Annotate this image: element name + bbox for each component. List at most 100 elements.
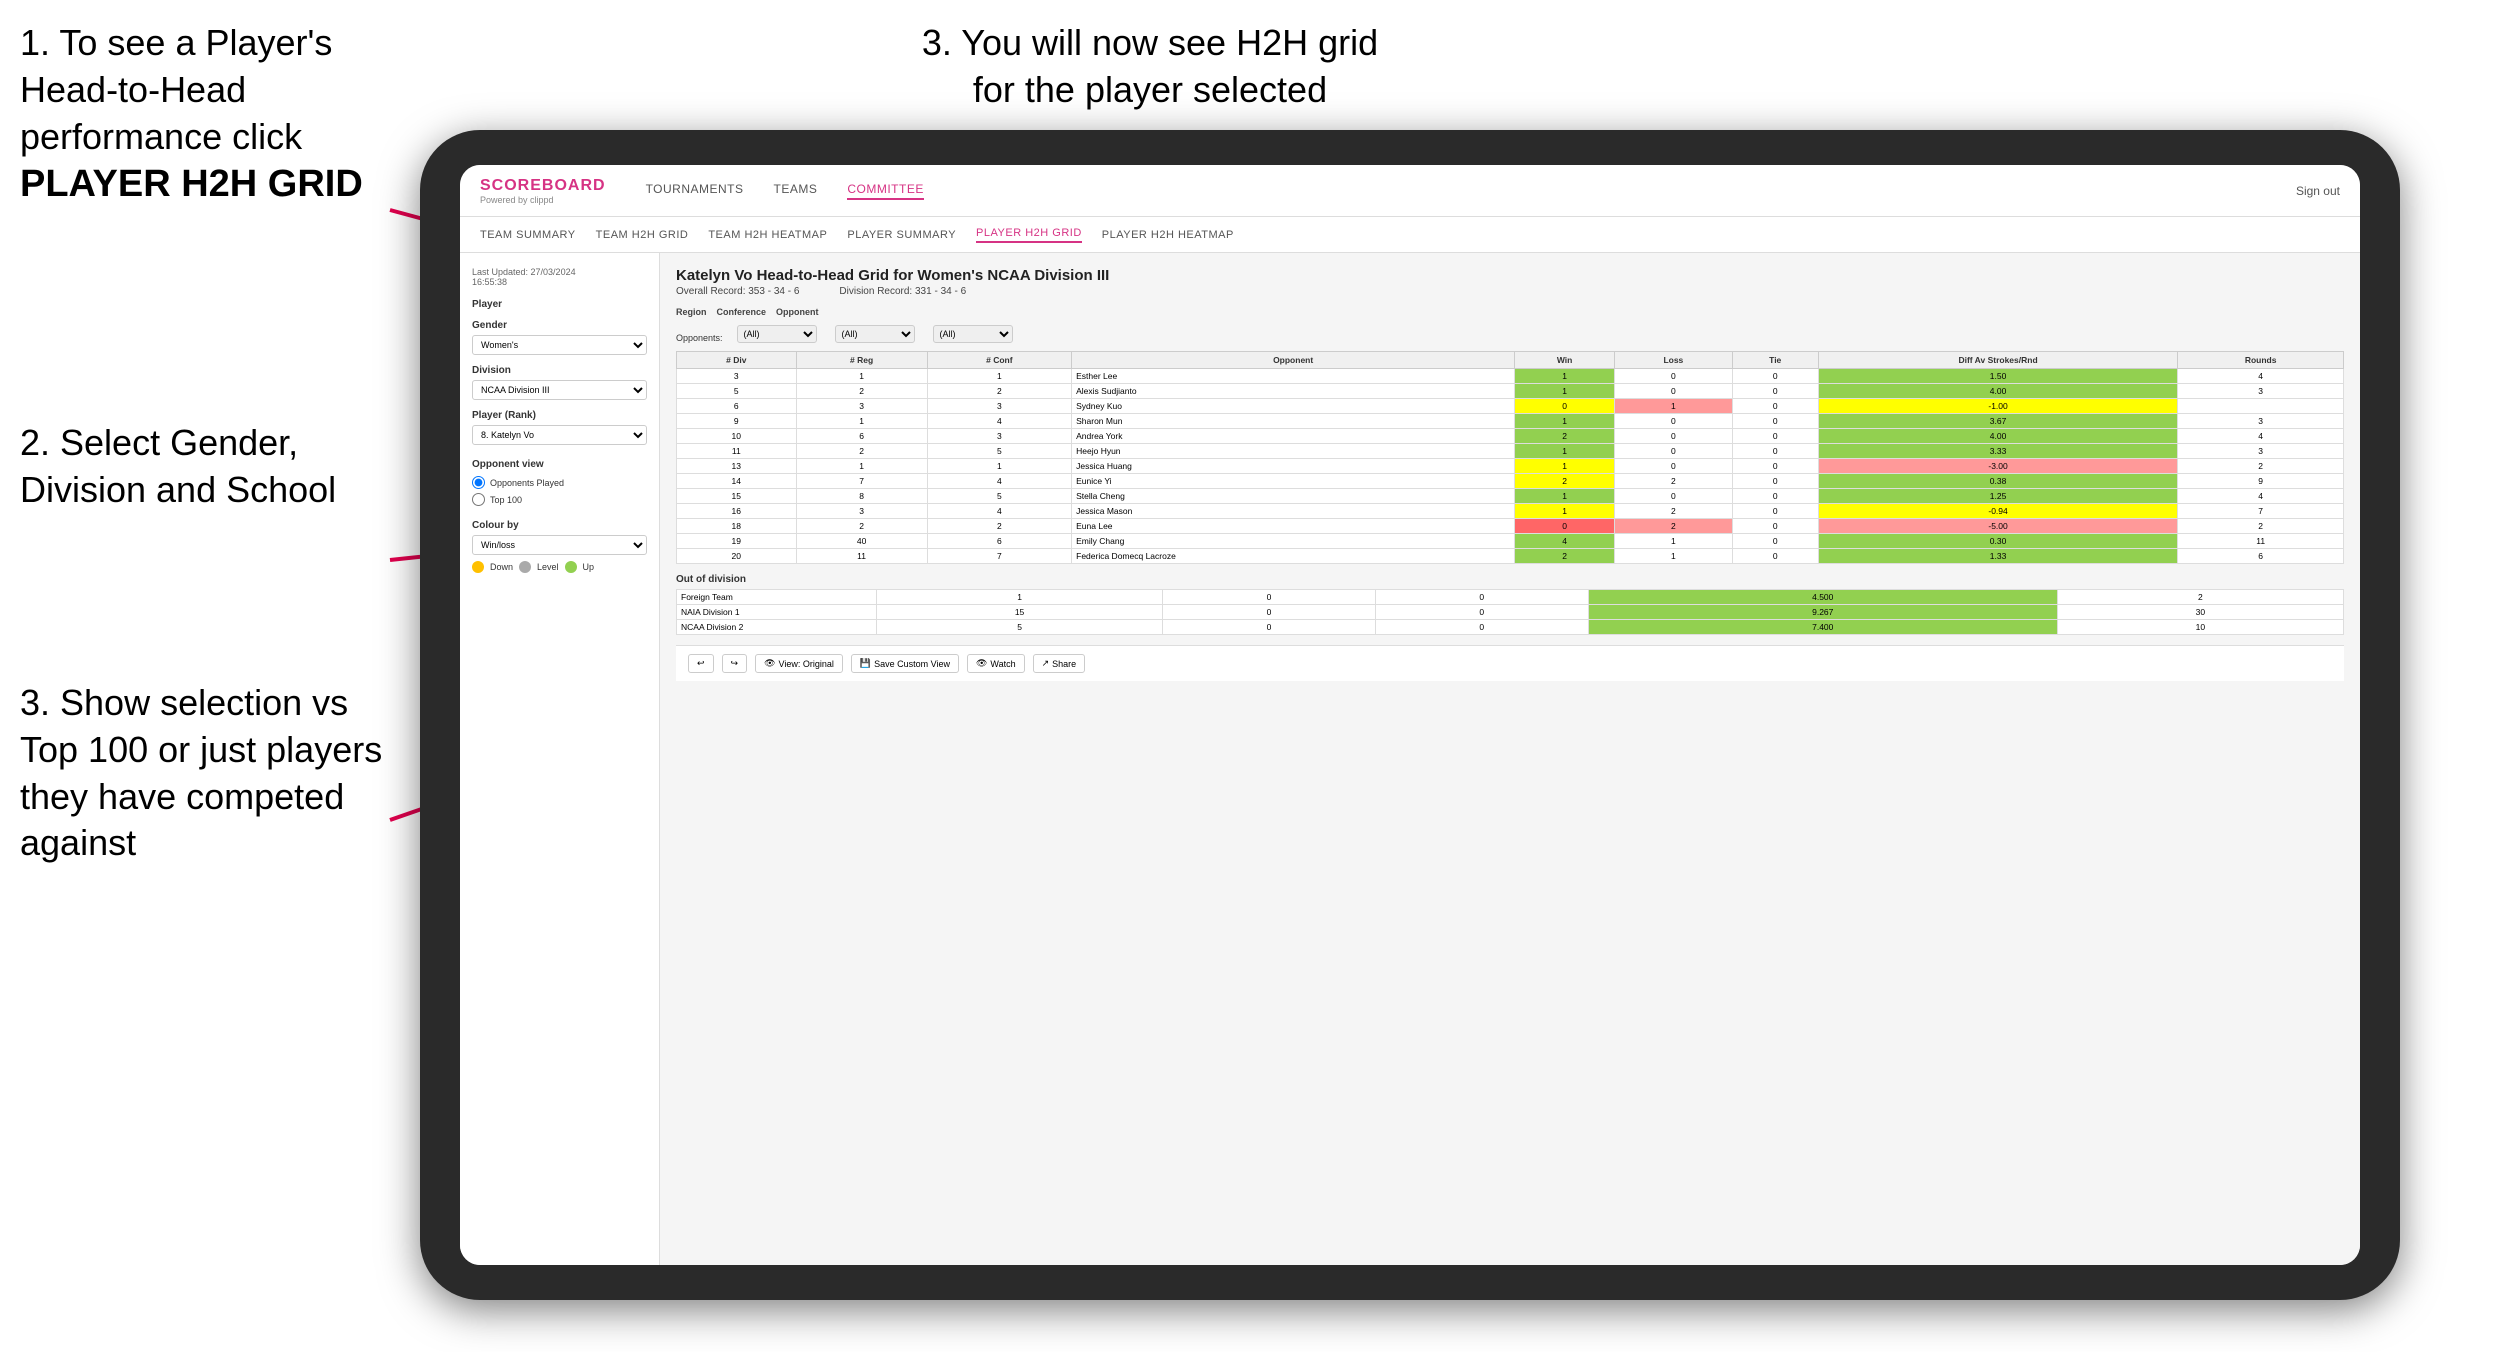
out-of-division-header: Out of division	[676, 574, 2344, 585]
main-content: Last Updated: 27/03/2024 16:55:38 Player…	[460, 253, 2360, 1265]
conference-label: Conference	[717, 307, 767, 317]
table-row: 6 3 3 Sydney Kuo 0 1 0 -1.00	[677, 399, 2344, 414]
update-timestamp: 16:55:38	[472, 277, 507, 287]
overall-label: Overall Record:	[676, 286, 745, 297]
top-100-radio[interactable]	[472, 493, 485, 506]
grid-content: Katelyn Vo Head-to-Head Grid for Women's…	[660, 253, 2360, 1265]
update-label: Last Updated: 27/03/2024	[472, 267, 576, 277]
share-icon: ↗	[1042, 658, 1050, 669]
opponent-filter: Opponent	[776, 307, 819, 317]
table-row: 5 2 2 Alexis Sudjianto 1 0 0 4.00 3	[677, 384, 2344, 399]
level-label: Level	[537, 562, 559, 572]
opponent-view-label: Opponent view	[472, 459, 647, 470]
h2h-table: # Div # Reg # Conf Opponent Win Loss Tie…	[676, 351, 2344, 564]
opponents-label: Opponents:	[676, 333, 723, 343]
bottom-toolbar: ↩ ↪ 👁 View: Original 💾 Save Custom View …	[676, 645, 2344, 681]
region-filter: Region	[676, 307, 707, 317]
watch-label: Watch	[990, 659, 1015, 669]
division-label: Division Record:	[839, 286, 912, 297]
grid-records: Overall Record: 353 - 34 - 6 Division Re…	[676, 286, 2344, 297]
undo-btn[interactable]: ↩	[688, 654, 714, 673]
sub-nav-team-summary[interactable]: TEAM SUMMARY	[480, 229, 576, 241]
opponents-select[interactable]: (All)	[737, 325, 817, 343]
logo-text: SCOREBOARD	[480, 177, 606, 195]
nav-committee[interactable]: COMMITTEE	[847, 182, 924, 200]
ood-table-row: NCAA Division 2 5 0 0 7.400 10	[677, 620, 2344, 635]
opponent-filter-select[interactable]: (All)	[933, 325, 1013, 343]
redo-btn[interactable]: ↪	[722, 654, 748, 673]
top-100-label: Top 100	[490, 495, 522, 505]
col-rounds: Rounds	[2178, 352, 2344, 369]
sub-nav-team-h2h-grid[interactable]: TEAM H2H GRID	[596, 229, 689, 241]
col-diff: Diff Av Strokes/Rnd	[1818, 352, 2177, 369]
opponents-played-label: Opponents Played	[490, 478, 564, 488]
tablet-screen: SCOREBOARD Powered by clippd TOURNAMENTS…	[460, 165, 2360, 1265]
sub-nav-player-h2h-grid[interactable]: PLAYER H2H GRID	[976, 227, 1082, 243]
instruction-text-bottom: 3. Show selection vs Top 100 or just pla…	[20, 682, 382, 863]
ood-table-row: NAIA Division 1 15 0 0 9.267 30	[677, 605, 2344, 620]
overall-value: 353 - 34 - 6	[748, 286, 799, 297]
table-row: 15 8 5 Stella Cheng 1 0 0 1.25 4	[677, 489, 2344, 504]
powered-by: Powered by clippd	[480, 195, 606, 205]
col-div: # Div	[677, 352, 797, 369]
table-row: 10 6 3 Andrea York 2 0 0 4.00 4	[677, 429, 2344, 444]
opponent-label: Opponent	[776, 307, 819, 317]
instruction-text-mid: 2. Select Gender, Division and School	[20, 422, 336, 510]
instruction-top-right: 3. You will now see H2H grid for the pla…	[900, 20, 1400, 114]
opponents-row: Opponents: (All) (All) (All)	[676, 325, 2344, 343]
table-row: 16 3 4 Jessica Mason 1 2 0 -0.94 7	[677, 504, 2344, 519]
instruction-top-left: 1. To see a Player's Head-to-Head perfor…	[20, 20, 400, 210]
opponents-played-radio[interactable]	[472, 476, 485, 489]
sub-nav-player-h2h-heatmap[interactable]: PLAYER H2H HEATMAP	[1102, 229, 1234, 241]
sub-nav-player-summary[interactable]: PLAYER SUMMARY	[847, 229, 956, 241]
view-original-btn[interactable]: 👁 View: Original	[755, 654, 843, 673]
watch-btn[interactable]: 👁 Watch	[967, 654, 1025, 673]
navbar-logo: SCOREBOARD Powered by clippd	[480, 177, 606, 205]
conference-select[interactable]: (All)	[835, 325, 915, 343]
player-rank-select[interactable]: 8. Katelyn Vo	[472, 425, 647, 445]
col-opponent: Opponent	[1072, 352, 1515, 369]
table-row: 13 1 1 Jessica Huang 1 0 0 -3.00 2	[677, 459, 2344, 474]
conference-filter: Conference	[717, 307, 767, 317]
division-select[interactable]: NCAA Division III	[472, 380, 647, 400]
save-icon: 💾	[860, 658, 871, 669]
player-label: Player	[472, 299, 647, 310]
top-100-option[interactable]: Top 100	[472, 493, 647, 506]
nav-tournaments[interactable]: TOURNAMENTS	[646, 182, 744, 200]
sub-navbar: TEAM SUMMARY TEAM H2H GRID TEAM H2H HEAT…	[460, 217, 2360, 253]
colour-by-section: Colour by Win/loss Down Level Up	[472, 520, 647, 573]
colour-legend: Down Level Up	[472, 561, 647, 573]
instruction-bottom-left: 3. Show selection vs Top 100 or just pla…	[20, 680, 400, 867]
instruction-text-1: 1. To see a Player's Head-to-Head perfor…	[20, 22, 332, 157]
share-btn[interactable]: ↗ Share	[1033, 654, 1086, 673]
gender-select[interactable]: Women's	[472, 335, 647, 355]
nav-teams[interactable]: TEAMS	[774, 182, 818, 200]
division-record: Division Record: 331 - 34 - 6	[839, 286, 966, 297]
col-reg: # Reg	[796, 352, 927, 369]
sign-out[interactable]: Sign out	[2296, 184, 2340, 198]
sidebar: Last Updated: 27/03/2024 16:55:38 Player…	[460, 253, 660, 1265]
gender-label: Gender	[472, 320, 647, 331]
up-dot	[565, 561, 577, 573]
table-row: 9 1 4 Sharon Mun 1 0 0 3.67 3	[677, 414, 2344, 429]
overall-record: Overall Record: 353 - 34 - 6	[676, 286, 799, 297]
update-time: Last Updated: 27/03/2024 16:55:38	[472, 267, 647, 287]
down-dot	[472, 561, 484, 573]
instruction-text-bold: PLAYER H2H GRID	[20, 163, 363, 205]
table-row: 18 2 2 Euna Lee 0 2 0 -5.00 2	[677, 519, 2344, 534]
colour-by-select[interactable]: Win/loss	[472, 535, 647, 555]
sub-nav-team-h2h-heatmap[interactable]: TEAM H2H HEATMAP	[708, 229, 827, 241]
grid-title: Katelyn Vo Head-to-Head Grid for Women's…	[676, 267, 2344, 284]
view-original-label: View: Original	[779, 659, 834, 669]
opponents-played-option[interactable]: Opponents Played	[472, 476, 647, 489]
save-custom-label: Save Custom View	[874, 659, 950, 669]
gender-section: Gender Women's	[472, 320, 647, 355]
opponent-view-section: Opponent view Opponents Played Top 100	[472, 459, 647, 506]
down-label: Down	[490, 562, 513, 572]
col-loss: Loss	[1615, 352, 1733, 369]
navbar-menu: TOURNAMENTS TEAMS COMMITTEE	[646, 182, 2266, 200]
save-custom-view-btn[interactable]: 💾 Save Custom View	[851, 654, 959, 673]
tablet-frame: SCOREBOARD Powered by clippd TOURNAMENTS…	[420, 130, 2400, 1300]
table-row: 3 1 1 Esther Lee 1 0 0 1.50 4	[677, 369, 2344, 384]
player-rank-label: Player (Rank)	[472, 410, 647, 421]
